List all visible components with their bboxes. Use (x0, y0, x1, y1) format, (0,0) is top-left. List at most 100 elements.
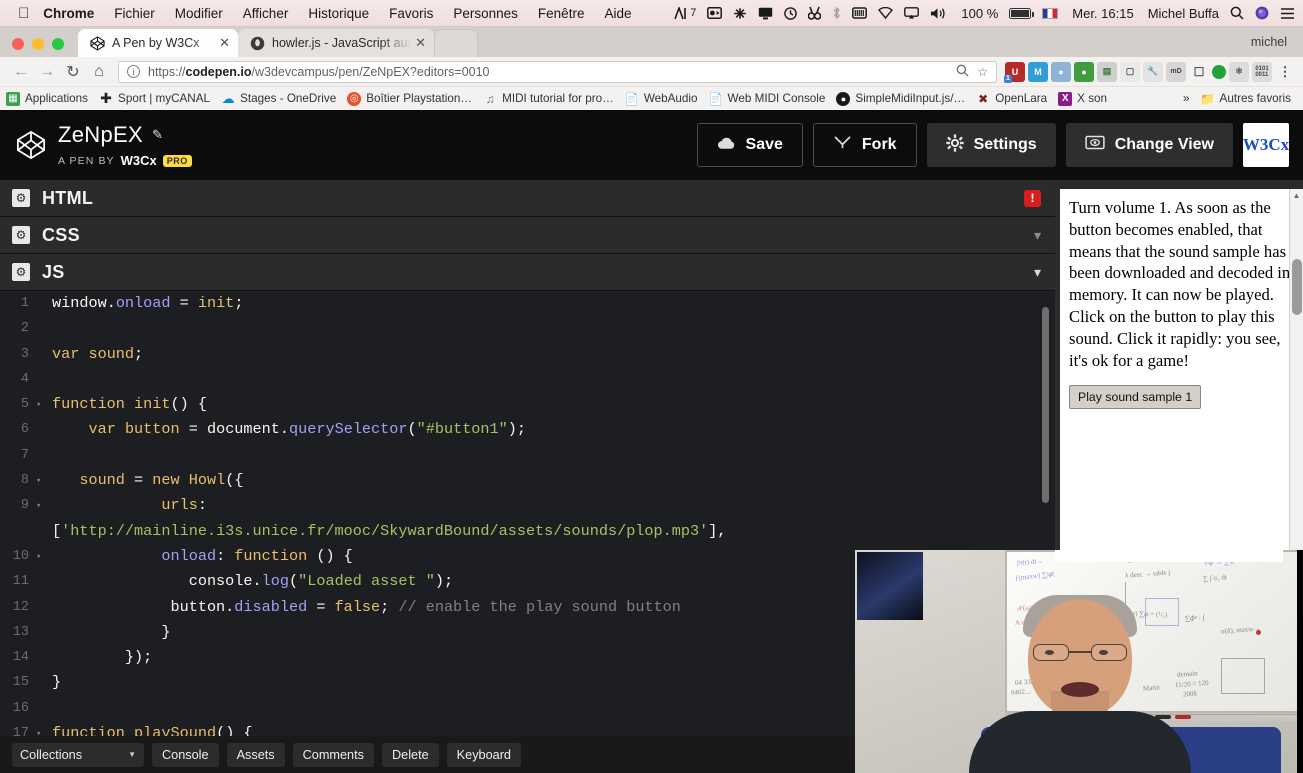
bookmark-sport-mycanal[interactable]: ✚ Sport | myCANAL (99, 90, 210, 106)
search-tool-icon[interactable] (808, 6, 822, 20)
code-text[interactable]: function init() { (46, 392, 207, 417)
keyboard-brightness-icon[interactable] (852, 7, 868, 19)
console-button[interactable]: Console (152, 742, 219, 767)
spreadsheet-icon[interactable]: ▤ (1097, 61, 1117, 82)
ublock-icon[interactable]: U1 (1004, 61, 1025, 83)
fold-toggle-icon[interactable] (36, 569, 46, 594)
gear-icon[interactable]: ⚙ (12, 263, 30, 281)
minimize-window-button[interactable] (32, 38, 44, 50)
code-text[interactable]: window.onload = init; (46, 291, 243, 316)
reload-icon[interactable]: ↻ (60, 60, 86, 84)
bookmark-web-midi-console[interactable]: 📄 Web MIDI Console (708, 92, 825, 106)
search-zoom-icon[interactable] (956, 64, 969, 80)
code-text[interactable]: console.log("Loaded asset "); (46, 569, 453, 594)
siri-icon[interactable] (1255, 6, 1269, 20)
code-text[interactable]: var sound; (46, 342, 143, 367)
play-sound-sample-button[interactable]: Play sound sample 1 (1069, 385, 1202, 410)
bookmark-webaudio[interactable]: 📄 WebAudio (624, 92, 697, 106)
delete-button[interactable]: Delete (381, 742, 439, 767)
binary-icon[interactable]: 0101 0011 (1252, 61, 1272, 82)
menu-item-afficher[interactable]: Afficher (243, 6, 289, 21)
avatar-icon[interactable] (1212, 64, 1226, 79)
error-icon[interactable]: ! (1024, 189, 1041, 207)
gear-icon[interactable]: ⚙ (12, 226, 30, 244)
pocket-icon[interactable]: ● (1051, 61, 1071, 82)
fold-toggle-icon[interactable] (36, 367, 46, 392)
fold-toggle-icon[interactable] (36, 645, 46, 670)
fold-toggle-icon[interactable] (36, 316, 46, 341)
time-machine-icon[interactable] (784, 6, 798, 20)
close-icon[interactable]: ✕ (219, 35, 230, 51)
home-icon[interactable]: ⌂ (86, 60, 112, 84)
maximize-window-button[interactable] (52, 38, 64, 50)
clock-label[interactable]: Mer. 16:15 (1072, 6, 1133, 21)
gear-icon[interactable]: ⚙ (12, 189, 30, 207)
tab-howler-js[interactable]: howler.js - JavaScript audio lib ✕ (238, 29, 434, 57)
cube-icon[interactable]: ▢ (1120, 61, 1140, 82)
user-name-label[interactable]: Michel Buffa (1148, 6, 1219, 21)
menu-item-favoris[interactable]: Favoris (389, 6, 433, 21)
close-window-button[interactable] (12, 38, 24, 50)
dropbox-icon[interactable] (733, 7, 747, 20)
code-text[interactable] (46, 443, 52, 468)
fold-toggle-icon[interactable]: ▾ (36, 392, 46, 417)
battery-charging-icon[interactable] (1009, 7, 1034, 19)
scroll-up-icon[interactable]: ▲ (1290, 189, 1303, 203)
settings-button[interactable]: Settings (926, 123, 1056, 167)
fold-toggle-icon[interactable] (36, 519, 46, 544)
code-text[interactable] (46, 696, 52, 721)
wrench-icon[interactable]: 🔧 (1143, 61, 1163, 82)
w3cx-brand-logo[interactable]: W3Cx (1243, 123, 1289, 167)
menu-item-modifier[interactable]: Modifier (175, 6, 223, 21)
fold-toggle-icon[interactable] (36, 417, 46, 442)
presenter-video-overlay[interactable]: ∫π(t) dt→ ƒ(maxw) ∑|𝜑| maxw→ ∑(δ) → ∫σ 𝜙… (855, 550, 1303, 773)
code-text[interactable] (46, 316, 52, 341)
menu-icon[interactable]: ⋮ (1275, 62, 1295, 82)
forward-arrow-icon[interactable]: → (34, 60, 60, 84)
apple-icon[interactable]:  (18, 6, 29, 21)
collections-dropdown[interactable]: Collections ▼ (12, 742, 144, 767)
code-text[interactable]: } (46, 620, 170, 645)
bookmark-other-favorites[interactable]: 📁 Autres favoris (1200, 92, 1291, 106)
tab-a-pen-by-w3cx[interactable]: A Pen by W3Cx ✕ (78, 29, 238, 57)
editor-scrollbar-thumb[interactable] (1042, 307, 1049, 503)
react-devtools-icon[interactable]: ⚛ (1229, 61, 1249, 82)
code-text[interactable]: ['http://mainline.i3s.unice.fr/mooc/Skyw… (46, 519, 726, 544)
keyboard-button[interactable]: Keyboard (446, 742, 521, 767)
menu-item-chrome[interactable]: Chrome (43, 6, 94, 21)
bookmark-x-son[interactable]: X X son (1058, 91, 1107, 106)
fold-toggle-icon[interactable] (36, 291, 46, 316)
fold-toggle-icon[interactable] (36, 620, 46, 645)
bookmark-openlara[interactable]: ✖ OpenLara (976, 92, 1047, 106)
bookmark-simplemidiinput[interactable]: ● SimpleMidiInput.js/… (836, 91, 965, 106)
address-bar[interactable]: i https://codepen.io/w3devcampus/pen/ZeN… (118, 60, 997, 83)
fold-toggle-icon[interactable] (36, 595, 46, 620)
bookmarks-overflow-button[interactable]: » (1183, 92, 1190, 105)
fold-toggle-icon[interactable] (36, 342, 46, 367)
audio-meter-icon[interactable]: 7 (674, 6, 696, 20)
bookmark-midi-tutorial[interactable]: ♫ MIDI tutorial for pro… (483, 92, 614, 106)
fold-toggle-icon[interactable] (36, 670, 46, 695)
display-icon[interactable] (758, 7, 773, 20)
comments-button[interactable]: Comments (292, 742, 374, 767)
fold-toggle-icon[interactable] (36, 696, 46, 721)
momentum-icon[interactable]: M (1028, 61, 1048, 82)
flag-fr-icon[interactable] (1042, 7, 1059, 19)
chevron-down-icon[interactable]: ▾ (1034, 264, 1041, 281)
code-text[interactable]: }); (46, 645, 152, 670)
panel-header-css[interactable]: ⚙ CSS ▾ (0, 217, 1055, 254)
fork-button[interactable]: Fork (812, 123, 917, 167)
code-text[interactable]: urls: (46, 493, 207, 518)
save-button[interactable]: Save (696, 123, 803, 167)
code-text[interactable]: var button = document.querySelector("#bu… (46, 417, 526, 442)
menu-item-aide[interactable]: Aide (604, 6, 631, 21)
panel-header-html[interactable]: ⚙ HTML ! (0, 180, 1055, 217)
close-icon[interactable]: ✕ (415, 35, 426, 51)
star-icon[interactable]: ☆ (977, 65, 988, 79)
profile-name-label[interactable]: michel (1251, 35, 1303, 57)
change-view-button[interactable]: Change View (1065, 123, 1233, 167)
markdown-icon[interactable]: mD (1166, 61, 1186, 82)
code-text[interactable]: sound = new Howl({ (46, 468, 243, 493)
fold-toggle-icon[interactable] (36, 443, 46, 468)
wifi-icon[interactable] (878, 7, 894, 19)
